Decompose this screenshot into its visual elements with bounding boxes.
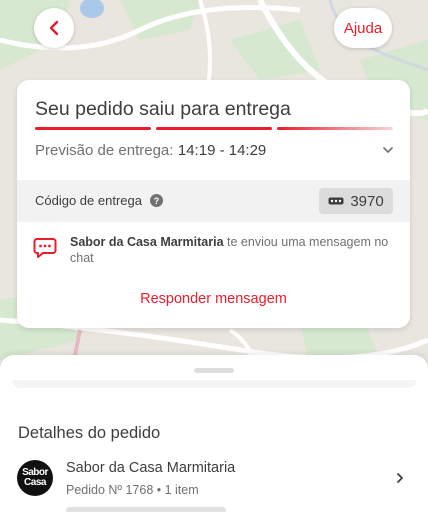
chat-bubble-icon: [33, 238, 57, 258]
eta-value: 14:19 - 14:29: [177, 142, 267, 159]
store-logo-text-bottom: Casa: [24, 477, 46, 488]
progress-step-2: [156, 127, 272, 130]
progress-step-3: [277, 127, 393, 130]
password-dots-icon: [328, 197, 344, 205]
reply-message-button[interactable]: Responder mensagem: [17, 286, 410, 312]
store-logo: Sabor Casa: [17, 460, 53, 496]
chevron-left-icon: [49, 20, 59, 36]
chevron-right-icon: [397, 473, 403, 483]
next-row-fragment: [66, 507, 226, 512]
help-circle-icon[interactable]: ?: [150, 194, 163, 207]
message-sender: Sabor da Casa Marmitaria: [70, 235, 224, 249]
chat-notification: Sabor da Casa Marmitaria te enviou uma m…: [70, 234, 395, 266]
progress-step-1: [35, 127, 151, 130]
store-name: Sabor da Casa Marmitaria: [66, 460, 236, 476]
order-status-card: Seu pedido saiu para entrega Previsão de…: [17, 80, 410, 328]
order-details-title: Detalhes do pedido: [18, 424, 161, 442]
chevron-down-icon: [383, 147, 393, 154]
order-info: Pedido Nº 1768 • 1 item: [66, 483, 199, 497]
sheet-drag-handle[interactable]: [194, 368, 234, 373]
status-title: Seu pedido saiu para entrega: [35, 98, 291, 120]
eta-label: Previsão de entrega:: [35, 142, 174, 159]
order-details-sheet: Detalhes do pedido Sabor Casa Sabor da C…: [0, 355, 428, 512]
eta-row[interactable]: Previsão de entrega: 14:19 - 14:29: [35, 142, 393, 164]
delivery-code-badge: 3970: [319, 188, 393, 214]
back-button[interactable]: [34, 8, 74, 48]
delivery-progress: [35, 127, 393, 130]
delivery-code-value: 3970: [350, 192, 384, 210]
sheet-separator: [12, 380, 416, 388]
order-tracking-screen: Ajuda Seu pedido saiu para entrega Previ…: [0, 0, 428, 512]
help-button[interactable]: Ajuda: [334, 8, 392, 48]
svg-text:?: ?: [154, 196, 160, 206]
delivery-code-label: Código de entrega: [35, 193, 142, 208]
delivery-code-row: Código de entrega ? 3970: [17, 180, 410, 222]
store-row[interactable]: Sabor Casa Sabor da Casa Marmitaria Pedi…: [0, 455, 428, 505]
